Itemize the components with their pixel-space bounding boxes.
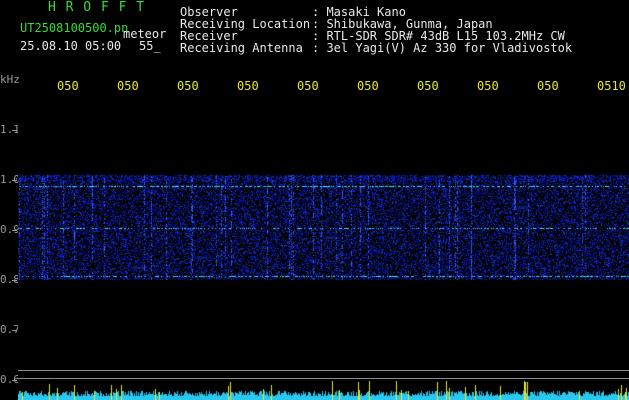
y-tick xyxy=(12,380,17,381)
y-tick xyxy=(12,130,17,131)
reference-line xyxy=(18,370,629,371)
filename-label: UT2508100500.pn xyxy=(20,21,129,35)
y-tick xyxy=(12,330,17,331)
x-tick-label: 050 xyxy=(297,79,319,93)
y-tick xyxy=(12,180,17,181)
x-tick-label: 050 xyxy=(357,79,379,93)
app-logo: H R O F F T xyxy=(48,0,146,15)
count-label: 55_ xyxy=(139,39,161,53)
reference-line xyxy=(18,378,629,379)
x-tick-label: 050 xyxy=(477,79,499,93)
x-tick-label: 050 xyxy=(537,79,559,93)
y-tick xyxy=(12,230,17,231)
spectrogram-waterfall xyxy=(18,100,629,400)
antenna-label: Receiving Antenna xyxy=(180,41,303,55)
x-tick-label: 050 xyxy=(177,79,199,93)
x-tick-label: 0510 xyxy=(597,79,626,93)
datetime-label: 25.08.10 05:00 xyxy=(20,39,122,53)
unit-label: kHz xyxy=(0,73,20,86)
y-tick xyxy=(12,280,17,281)
antenna-value: : 3el Yagi(V) Az 330 for Vladivostok xyxy=(312,41,573,55)
x-tick-label: 050 xyxy=(417,79,439,93)
x-tick-label: 050 xyxy=(117,79,139,93)
x-tick-label: 050 xyxy=(57,79,79,93)
x-tick-label: 050 xyxy=(237,79,259,93)
